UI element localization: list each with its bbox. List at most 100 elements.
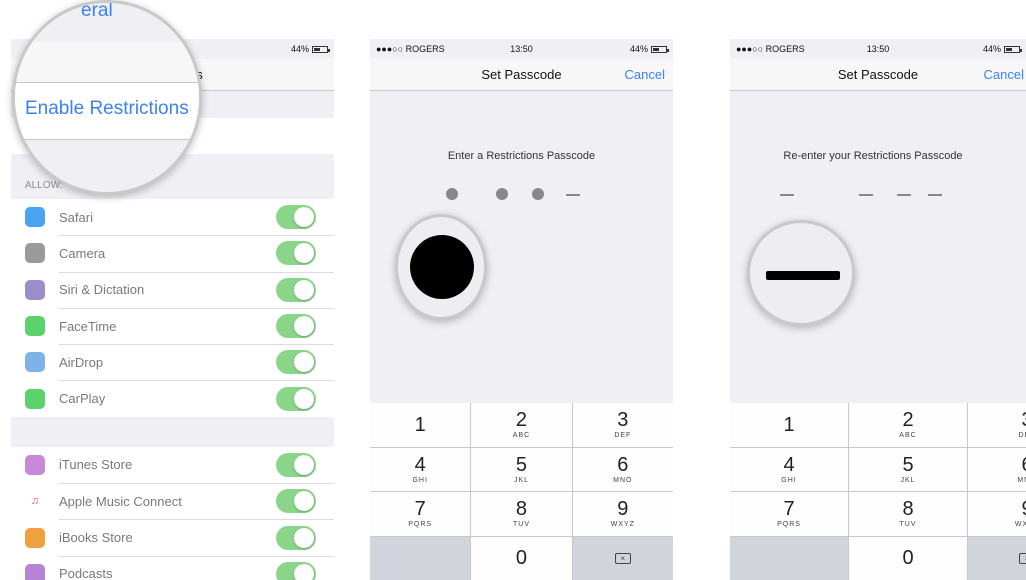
delete-key[interactable]: × xyxy=(572,536,673,580)
allow-list: Safari Camera Siri & Dictation FaceTime AirD… xyxy=(11,199,334,417)
toggle-switch[interactable] xyxy=(276,277,316,302)
key-letters: MNO xyxy=(613,476,633,484)
digit-key-1[interactable]: 1 xyxy=(730,403,848,447)
key-digit: 2 xyxy=(515,409,528,432)
list-item: ♫ Apple Music Connect xyxy=(11,483,334,520)
key-digit: 6 xyxy=(1021,455,1026,475)
key-digit: 5 xyxy=(902,453,914,476)
battery-percent: 44% xyxy=(629,44,648,54)
video-icon xyxy=(25,316,45,337)
camera-icon xyxy=(25,243,45,264)
toggle-switch[interactable] xyxy=(276,386,316,411)
carrier-label: ●●●○○ ROGERS xyxy=(376,44,445,54)
toggle-switch[interactable] xyxy=(276,452,316,477)
list-item: AirDrop xyxy=(11,344,334,381)
digit-key-0[interactable]: 0 xyxy=(849,536,967,580)
key-digit: 6 xyxy=(617,453,629,476)
key-letters: PQRS xyxy=(777,521,801,529)
digit-key-9[interactable]: 9 WXYZ xyxy=(968,492,1026,536)
status-bar: ●●●○○ ROGERS 13:50 44% xyxy=(370,39,673,59)
key-digit: 7 xyxy=(414,498,426,521)
toggle-switch[interactable] xyxy=(276,314,316,339)
battery-indicator: 44% xyxy=(291,44,330,54)
list-item: CarPlay xyxy=(11,380,334,417)
key-letters: MNO xyxy=(1017,476,1026,484)
passcode-slot-2 xyxy=(859,187,873,201)
digit-key-0[interactable]: 0 xyxy=(471,536,572,580)
backspace-icon: × xyxy=(614,552,631,564)
music-note-icon: ♫ xyxy=(25,491,45,512)
enable-restrictions-button[interactable]: Enable Restrictions xyxy=(25,98,189,120)
toggle-switch[interactable] xyxy=(276,525,316,550)
nav-title: Set Passcode xyxy=(481,67,562,82)
digit-key-4[interactable]: 4 GHI xyxy=(730,447,848,491)
digit-key-5[interactable]: 5 JKL xyxy=(471,447,572,491)
digit-key-2[interactable]: 2 ABC xyxy=(849,403,967,447)
row-label: Camera xyxy=(59,245,106,261)
list-item: Siri & Dictation xyxy=(11,271,334,308)
digit-key-1[interactable]: 1 xyxy=(370,403,471,447)
key-letters: GHI xyxy=(412,476,428,484)
passcode-slot-1 xyxy=(780,187,794,201)
play-icon xyxy=(25,388,45,409)
cancel-button[interactable]: Cancel xyxy=(625,67,665,82)
backspace-icon: × xyxy=(1019,552,1026,564)
digit-key-2[interactable]: 2 ABC xyxy=(471,403,572,447)
key-digit: 1 xyxy=(783,413,795,436)
row-label: CarPlay xyxy=(59,391,106,407)
row-label: Podcasts xyxy=(59,566,113,580)
music-star-icon xyxy=(25,454,45,475)
toggle-switch[interactable] xyxy=(276,241,316,266)
nav-bar: Set Passcode Cancel xyxy=(730,59,1026,91)
digit-key-6[interactable]: 6MNO xyxy=(968,447,1026,491)
key-letters: ABC xyxy=(512,432,531,440)
key-letters: WXYZ xyxy=(1014,521,1026,529)
key-digit: 8 xyxy=(515,498,528,521)
digit-key-7[interactable]: 7 PQRS xyxy=(370,492,471,536)
digit-key-4[interactable]: 4 GHI xyxy=(370,447,471,491)
key-digit: 0 xyxy=(902,547,914,570)
toggle-switch[interactable] xyxy=(276,489,316,514)
toggle-switch[interactable] xyxy=(276,205,316,230)
passcode-slot-1 xyxy=(445,187,459,201)
digit-key-8[interactable]: 8 TUV xyxy=(849,492,967,536)
number-keypad: 12ABC3DEF4GHI5JKL6MNO7PQRS8TUV9WXYZ0× xyxy=(370,403,673,580)
row-label: AirDrop xyxy=(59,354,104,370)
passcode-slot-3 xyxy=(531,187,545,201)
list-item: iBooks Store xyxy=(11,519,334,556)
key-digit: 9 xyxy=(1021,499,1026,519)
digit-key-6[interactable]: 6MNO xyxy=(572,447,673,491)
key-letters: PQRS xyxy=(408,521,433,529)
key-letters: ABC xyxy=(899,432,917,440)
digit-key-9[interactable]: 9WXYZ xyxy=(572,492,673,536)
digit-key-7[interactable]: 7 PQRS xyxy=(730,492,848,536)
magnified-allow-label: W: xyxy=(27,175,43,190)
toggle-switch[interactable] xyxy=(276,561,316,580)
digit-key-3[interactable]: 3DEF xyxy=(572,403,673,447)
row-label: Apple Music Connect xyxy=(59,493,182,509)
blank-key xyxy=(730,536,848,580)
digit-key-8[interactable]: 8 TUV xyxy=(471,492,572,536)
list-item: FaceTime xyxy=(11,307,334,345)
key-digit: 5 xyxy=(515,453,528,476)
cancel-button[interactable]: Cancel xyxy=(984,67,1024,82)
passcode-dash-magnifier xyxy=(747,220,855,326)
digit-key-3[interactable]: 3 DEF xyxy=(968,403,1026,447)
key-digit: 2 xyxy=(902,409,914,432)
toggle-switch[interactable] xyxy=(276,350,316,375)
list-item: Camera xyxy=(11,235,334,272)
row-label: iBooks Store xyxy=(59,530,133,546)
key-letters: DEF xyxy=(1018,432,1026,440)
delete-key[interactable]: × xyxy=(968,536,1026,580)
compass-icon xyxy=(25,207,45,228)
magnified-filled-dot xyxy=(410,235,474,299)
battery-icon xyxy=(312,45,330,53)
list-item: iTunes Store xyxy=(11,446,334,484)
key-letters: JKL xyxy=(900,476,916,484)
battery-icon xyxy=(1004,45,1022,53)
microphone-icon xyxy=(25,279,45,300)
key-digit: 3 xyxy=(1021,410,1026,430)
digit-key-5[interactable]: 5 JKL xyxy=(849,447,967,491)
book-icon xyxy=(25,527,45,548)
passcode-slot-4 xyxy=(566,187,580,201)
